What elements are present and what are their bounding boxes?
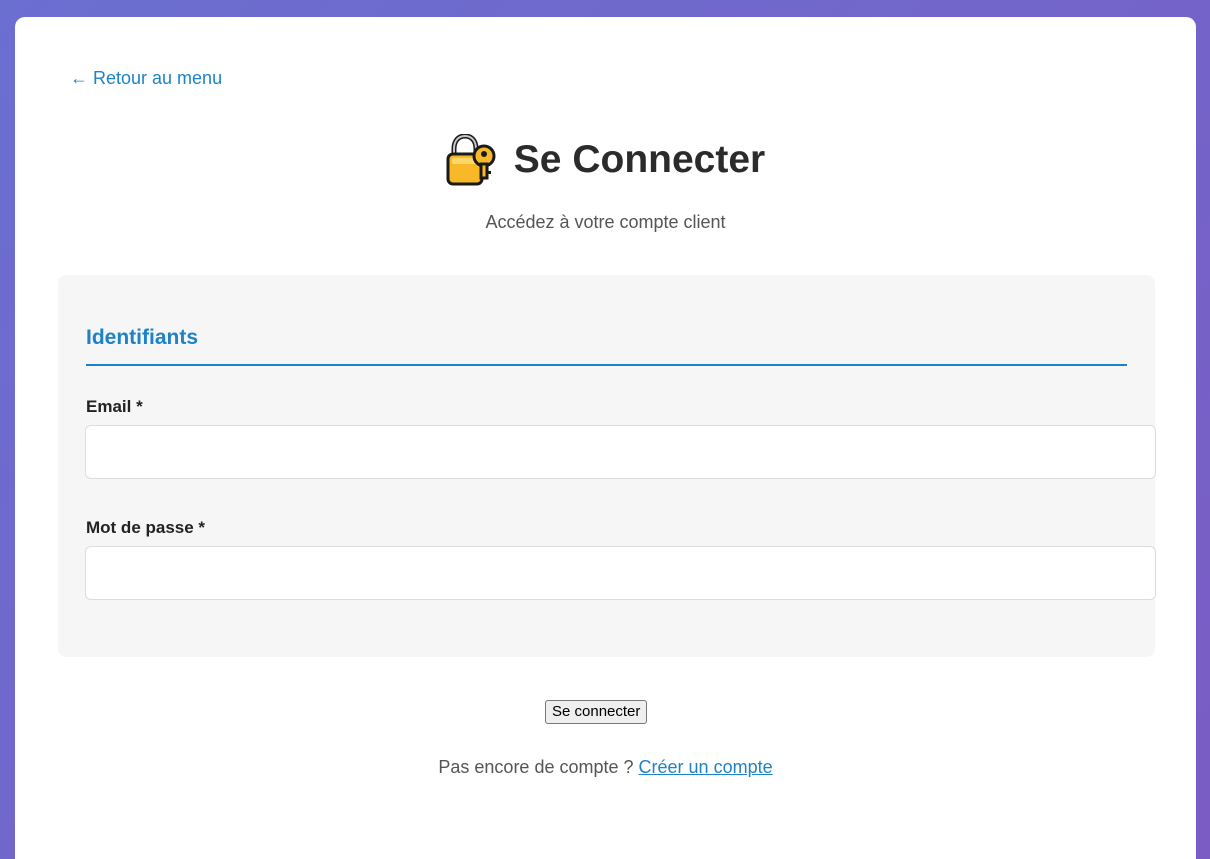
login-card: ← Retour au menu Se Connecter Accédez à … (15, 17, 1196, 859)
create-account-link[interactable]: Créer un compte (639, 757, 773, 777)
credentials-panel: Identifiants Email * Mot de passe * (58, 275, 1156, 657)
page-title: Se Connecter (513, 138, 766, 181)
page-header: Se Connecter (15, 132, 1196, 188)
signup-row: Pas encore de compte ? Créer un compte (15, 757, 1196, 778)
section-divider (86, 364, 1127, 366)
password-label: Mot de passe * (86, 518, 206, 537)
section-title: Identifiants (86, 326, 199, 349)
email-field[interactable] (85, 425, 1156, 479)
back-to-menu-link[interactable]: ← Retour au menu (70, 68, 222, 89)
login-button[interactable]: Se connecter (545, 700, 648, 724)
lock-key-icon (446, 133, 498, 186)
email-label: Email * (86, 397, 143, 416)
page-subtitle: Accédez à votre compte client (485, 212, 726, 232)
password-field[interactable] (85, 546, 1156, 600)
signup-prompt: Pas encore de compte ? (438, 757, 634, 777)
